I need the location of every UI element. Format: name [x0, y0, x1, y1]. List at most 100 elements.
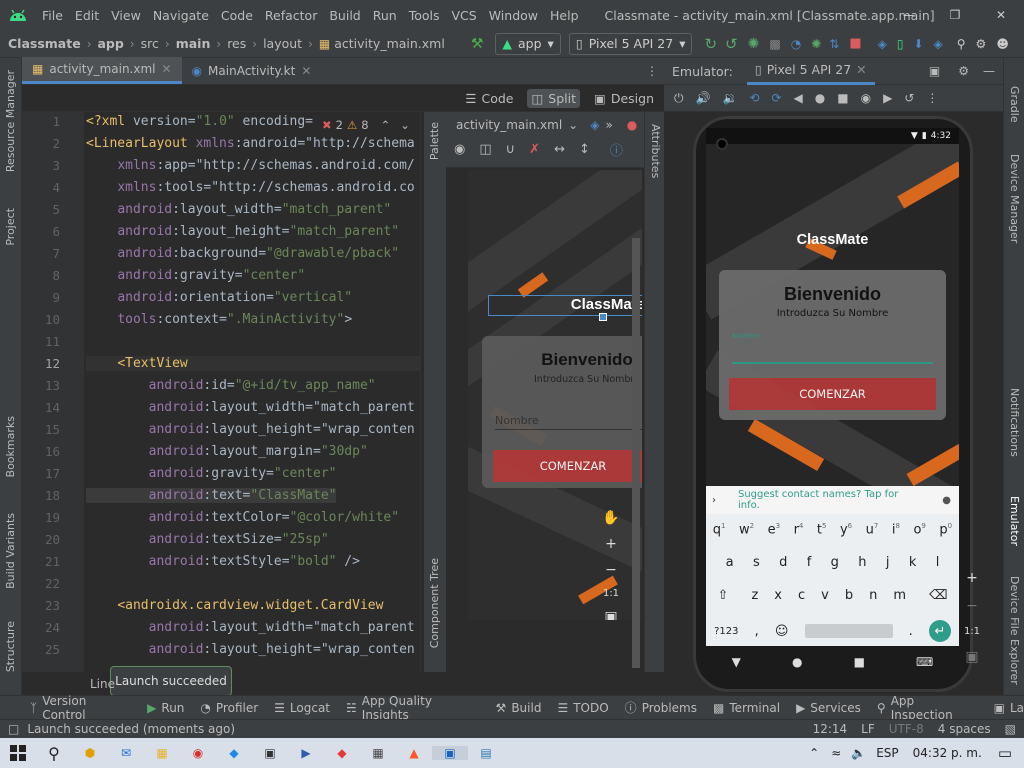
code-line[interactable]: android:layout_height="wrap_conten: [86, 642, 415, 657]
chevron-down-icon[interactable]: ⌄: [568, 118, 578, 132]
magnet-icon[interactable]: ∪: [506, 142, 516, 157]
more-tabs-icon[interactable]: ⋮: [646, 64, 658, 78]
menu-run[interactable]: Run: [367, 8, 403, 23]
tool-profiler[interactable]: ◔ Profiler: [200, 701, 258, 715]
tool-bookmarks[interactable]: Bookmarks: [4, 416, 17, 477]
spacebar[interactable]: [804, 624, 893, 638]
emoji-icon[interactable]: ☺: [775, 624, 789, 639]
line-number[interactable]: 5: [20, 202, 60, 217]
tool-gradle[interactable]: Gradle: [1008, 86, 1021, 123]
preview-hint[interactable]: Nombre: [495, 414, 642, 430]
tool-attributes[interactable]: Attributes: [649, 124, 662, 178]
code-line[interactable]: android:gravity="center": [86, 466, 337, 481]
key-l[interactable]: l: [936, 555, 940, 570]
line-number[interactable]: 15: [20, 422, 60, 437]
code-line[interactable]: <LinearLayout xmlns:android="http://sche…: [86, 136, 415, 151]
android-studio-taskbar-icon[interactable]: ▣: [432, 746, 468, 760]
tool-version-control[interactable]: ᛉ Version Control: [30, 694, 131, 722]
zoom-in-icon[interactable]: +: [966, 570, 978, 586]
layout-inspector-icon[interactable]: ◈: [934, 37, 943, 51]
shift-icon[interactable]: ⇧: [718, 588, 729, 603]
file-encoding[interactable]: UTF-8: [889, 722, 924, 736]
minimize-icon[interactable]: —: [886, 0, 932, 30]
user-icon[interactable]: ☻: [996, 37, 1009, 51]
powershell-icon[interactable]: ▶: [288, 746, 324, 760]
key-v[interactable]: v: [821, 588, 829, 603]
line-number[interactable]: 14: [20, 400, 60, 415]
menu-navigate[interactable]: Navigate: [147, 8, 215, 23]
line-number[interactable]: 8: [20, 268, 60, 283]
line-number[interactable]: 23: [20, 598, 60, 613]
tool-run[interactable]: ▶ Run: [147, 701, 184, 715]
tool-terminal[interactable]: ▩ Terminal: [713, 701, 780, 715]
selection-handle[interactable]: [599, 313, 607, 321]
blueprint-icon[interactable]: ◫: [479, 142, 491, 157]
launch-toast[interactable]: Launch succeeded: [110, 666, 232, 696]
key-m[interactable]: m: [893, 588, 906, 603]
key-i[interactable]: i8: [892, 522, 900, 537]
menu-window[interactable]: Window: [483, 8, 544, 23]
key-j[interactable]: j: [886, 555, 890, 570]
calculator-icon[interactable]: ▦: [360, 746, 396, 760]
key-s[interactable]: s: [753, 555, 760, 570]
windows-start-icon[interactable]: [0, 745, 36, 761]
device-manager-icon[interactable]: ▯: [897, 37, 904, 51]
rotate-left-icon[interactable]: ⟲: [749, 91, 759, 105]
tool-project[interactable]: Project: [4, 208, 17, 246]
home-icon[interactable]: ●: [815, 91, 825, 105]
line-number[interactable]: 22: [20, 576, 60, 591]
line-number[interactable]: 25: [20, 642, 60, 657]
key-d[interactable]: d: [779, 555, 787, 570]
code-line[interactable]: android:textColor="@color/white": [86, 510, 399, 525]
menu-code[interactable]: Code: [215, 8, 259, 23]
code-line[interactable]: android:background="@drawable/pback": [86, 246, 399, 261]
apply-changes-icon[interactable]: ↺: [725, 35, 738, 53]
record-icon[interactable]: ▶: [883, 91, 892, 105]
status-toggle-icon[interactable]: □: [8, 722, 19, 736]
code-line[interactable]: android:layout_width="match_parent: [86, 620, 415, 635]
menu-tools[interactable]: Tools: [403, 8, 446, 23]
volume-up-icon[interactable]: 🔊: [696, 91, 711, 105]
line-number[interactable]: 7: [20, 246, 60, 261]
window-layout-icon[interactable]: ▣: [929, 64, 940, 78]
tool-app-quality[interactable]: ☵ App Quality Insights: [346, 694, 480, 722]
vscode-icon[interactable]: ◆: [216, 746, 252, 760]
rerun-icon[interactable]: ↻: [704, 35, 717, 53]
key-g[interactable]: g: [831, 555, 839, 570]
zoom-in-icon[interactable]: +: [605, 536, 617, 552]
color-app-icon[interactable]: ◆: [324, 746, 360, 760]
tool-services[interactable]: ▶ Services: [796, 701, 861, 715]
code-line[interactable]: android:layout_height="wrap_conten: [86, 422, 415, 437]
key-u[interactable]: u7: [866, 522, 879, 537]
gear-icon[interactable]: ⚙: [958, 64, 969, 78]
line-number[interactable]: 3: [20, 158, 60, 173]
tool-device-manager[interactable]: Device Manager: [1008, 154, 1021, 243]
line-number[interactable]: 20: [20, 532, 60, 547]
menu-edit[interactable]: Edit: [69, 8, 105, 23]
key-n[interactable]: n: [869, 588, 877, 603]
breadcrumb-file[interactable]: activity_main.xml: [334, 36, 445, 51]
notification-center-icon[interactable]: ▭: [998, 744, 1012, 762]
nav-keyboard-icon[interactable]: ⌨: [916, 655, 933, 669]
coverage-icon[interactable]: ✺: [811, 37, 821, 51]
tray-chevron-icon[interactable]: ⌃: [809, 746, 819, 760]
split-view-button[interactable]: ◫ Split: [527, 88, 581, 108]
key-q[interactable]: q1: [713, 522, 726, 537]
breadcrumb-project[interactable]: Classmate: [8, 36, 81, 51]
mail-icon[interactable]: ✉: [108, 746, 144, 760]
sync-icon[interactable]: ⇅: [829, 37, 839, 51]
tool-notifications[interactable]: Notifications: [1008, 388, 1021, 457]
line-number[interactable]: 9: [20, 290, 60, 305]
design-canvas[interactable]: ClassMate Bienvenido Introduzca Su Nombr…: [468, 170, 642, 620]
code-line[interactable]: xmlns:tools="http://schemas.android.co: [86, 180, 414, 195]
code-line[interactable]: tools:context=".MainActivity">: [86, 312, 352, 327]
search-icon[interactable]: ⚲: [36, 744, 72, 763]
line-number[interactable]: 17: [20, 466, 60, 481]
chrome-icon[interactable]: ◉: [180, 746, 216, 760]
design-file-label[interactable]: activity_main.xml: [456, 118, 562, 132]
more-icon[interactable]: ⋮: [926, 91, 938, 105]
code-view-button[interactable]: ☰ Code: [461, 89, 517, 108]
nav-back-icon[interactable]: ▼: [732, 655, 741, 669]
status-message[interactable]: Launch succeeded (moments ago): [27, 722, 235, 736]
tool-logcat[interactable]: ☰ Logcat: [274, 701, 330, 715]
